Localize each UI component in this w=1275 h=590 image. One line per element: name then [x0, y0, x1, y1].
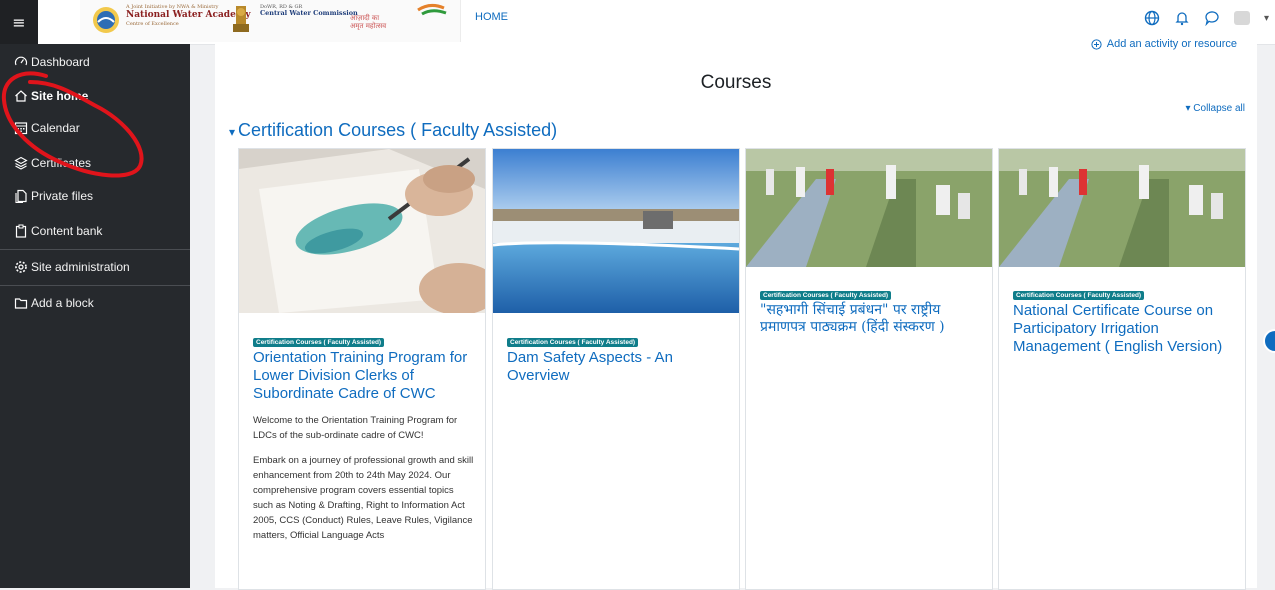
sidebar-item-certificates[interactable]: Certificates	[14, 152, 91, 174]
course-image-irrigation	[999, 149, 1245, 267]
course-card-body: Certification Courses ( Faculty Assisted…	[507, 329, 729, 385]
sidebar-item-label: Content bank	[31, 224, 103, 238]
cwc-title-text: Central Water Commission	[260, 9, 358, 17]
section-heading[interactable]: ▾ Certification Courses ( Faculty Assiste…	[229, 120, 557, 141]
sidebar-item-dashboard[interactable]: Dashboard	[14, 51, 90, 73]
emblem-icon	[233, 6, 249, 32]
azadi-line1: आज़ादी का	[350, 14, 380, 22]
course-card[interactable]: Certification Courses ( Faculty Assisted…	[492, 148, 740, 590]
collapse-all-label: Collapse all	[1193, 103, 1245, 114]
main-region: Add an activity or resource Courses ▾ Co…	[215, 38, 1257, 590]
category-badge: Certification Courses ( Faculty Assisted…	[760, 291, 892, 300]
sidebar-item-calendar[interactable]: Calendar	[14, 117, 80, 139]
course-card[interactable]: Certification Courses ( Faculty Assisted…	[238, 148, 486, 590]
files-icon	[15, 189, 27, 203]
course-image-irrigation	[746, 149, 992, 267]
sidebar-divider	[0, 249, 190, 250]
course-image-painting	[239, 149, 485, 313]
calendar-icon	[14, 122, 28, 135]
course-title-link[interactable]: "सहभागी सिंचाई प्रबंधन" पर राष्ट्रीय प्र…	[760, 302, 982, 336]
right-drawer-toggle-button[interactable]	[1263, 329, 1275, 353]
section-toggle-icon[interactable]: ▾	[229, 125, 235, 139]
user-avatar[interactable]	[1233, 11, 1250, 25]
cwc-logo-text: DoWR, RD & GR Central Water Commission	[260, 4, 358, 17]
sidebar-item-label: Certificates	[31, 156, 92, 170]
folder-icon	[14, 298, 28, 309]
add-activity-link[interactable]: Add an activity or resource	[1091, 38, 1237, 50]
nav-home-link[interactable]: HOME	[475, 11, 508, 23]
sidebar-item-label: Private files	[31, 189, 94, 203]
azadi-logo-icon	[417, 3, 447, 16]
sidebar-item-label: Add a block	[31, 296, 94, 310]
sidebar-item-label: Site administration	[31, 260, 130, 274]
layers-icon	[14, 156, 28, 170]
gauge-icon	[14, 56, 28, 66]
course-card-body: Certification Courses ( Faculty Assisted…	[1013, 282, 1235, 356]
hamburger-icon[interactable]: ≡	[0, 0, 38, 44]
category-badge: Certification Courses ( Faculty Assisted…	[507, 338, 639, 347]
add-activity-label: Add an activity or resource	[1106, 38, 1237, 50]
category-badge: Certification Courses ( Faculty Assisted…	[253, 338, 385, 347]
top-navbar: ≡ A Joint Initiative by NWA & Ministry N…	[0, 0, 1275, 45]
sidebar-item-site-administration[interactable]: Site administration	[14, 256, 130, 278]
chevron-down-icon: ▾	[1185, 103, 1191, 114]
azadi-line2: अमृत महोत्सव	[350, 22, 387, 30]
course-card[interactable]: Certification Courses ( Faculty Assisted…	[745, 148, 993, 590]
page-title: Courses	[700, 72, 772, 93]
course-card-body: Certification Courses ( Faculty Assisted…	[760, 282, 982, 336]
bell-icon[interactable]	[1174, 10, 1190, 26]
sidebar-item-site-home[interactable]: Site home	[14, 85, 88, 107]
course-title-link[interactable]: Orientation Training Program for Lower D…	[253, 349, 475, 403]
summary-paragraph: Embark on a journey of professional grow…	[253, 455, 474, 541]
top-icons: ▾	[1144, 10, 1269, 26]
summary-paragraph: Welcome to the Orientation Training Prog…	[253, 415, 458, 441]
left-drawer: Dashboard Site home Calendar Certificate…	[0, 44, 190, 588]
sidebar-item-label: Dashboard	[31, 55, 90, 69]
gear-icon	[15, 261, 27, 273]
sidebar-item-private-files[interactable]: Private files	[14, 185, 93, 207]
clipboard-icon	[15, 224, 27, 238]
chevron-down-icon[interactable]: ▾	[1264, 13, 1269, 24]
sidebar-item-add-block[interactable]: Add a block	[14, 292, 94, 314]
sidebar-divider	[0, 285, 190, 286]
course-title-link[interactable]: National Certificate Course on Participa…	[1013, 302, 1235, 356]
course-card-body: Certification Courses ( Faculty Assisted…	[253, 329, 475, 553]
section-title: Certification Courses ( Faculty Assisted…	[238, 120, 558, 140]
globe-icon[interactable]	[1144, 10, 1160, 26]
course-title-link[interactable]: Dam Safety Aspects - An Overview	[507, 349, 729, 385]
plus-circle-icon	[1091, 38, 1102, 50]
home-icon	[15, 90, 27, 102]
course-card[interactable]: Certification Courses ( Faculty Assisted…	[998, 148, 1246, 590]
sidebar-item-label: Calendar	[31, 121, 80, 135]
category-badge: Certification Courses ( Faculty Assisted…	[1013, 291, 1145, 300]
course-summary: Welcome to the Orientation Training Prog…	[253, 413, 475, 543]
sidebar-item-content-bank[interactable]: Content bank	[14, 220, 102, 242]
chat-icon[interactable]	[1204, 10, 1220, 26]
sidebar-item-label: Site home	[31, 89, 89, 103]
nwa-logo-icon	[93, 7, 119, 33]
collapse-all-link[interactable]: ▾ Collapse all	[1185, 103, 1245, 114]
course-image-dam	[493, 149, 739, 313]
azadi-text: आज़ादी का अमृत महोत्सव	[350, 14, 386, 30]
site-logo-strip[interactable]: A Joint Initiative by NWA & Ministry Nat…	[80, 0, 461, 42]
